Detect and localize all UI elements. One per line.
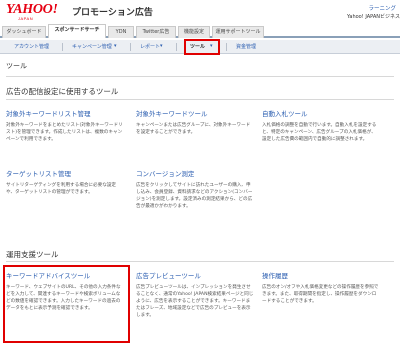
page-title: ツール <box>6 62 27 70</box>
tool-link-conversion[interactable]: コンバージョン測定 <box>136 168 194 178</box>
tools-highlight-box <box>184 39 220 55</box>
tool-link-negative-keyword-list[interactable]: 対象外キーワードリスト管理 <box>6 108 91 118</box>
divider <box>6 99 394 100</box>
tab-sponsored-search[interactable]: スポンサードサーチ <box>48 24 106 38</box>
chevron-down-icon[interactable]: ▾ <box>160 43 163 49</box>
divider <box>6 76 394 77</box>
tool-desc-conversion: 広告をクリックしてサイトに訪れたユーザーの購入、申し込み、会員登録、資料請求など… <box>136 183 253 209</box>
tab-support-tools[interactable]: 運用サポートツール <box>212 26 264 38</box>
tool-desc-operation-history: 広告のオン/オフや入札価格変更などの操作履歴を参照できます。また、取得期間を指定… <box>262 285 379 304</box>
learning-link[interactable]: ラーニング <box>368 4 396 12</box>
tool-desc-negative-keyword-list: 対象外キーワードをまとめたリスト(対象外キーワードリスト)を管理できます。作成し… <box>6 123 123 142</box>
subnav-reports[interactable]: レポート <box>140 43 160 50</box>
tool-desc-auto-bid: 入札価格の調整を自動で行います。自動入札を設定すると、特定のキャンペーン、広告グ… <box>262 123 377 142</box>
subnav-campaign-management[interactable]: キャンペーン管理 <box>72 43 112 50</box>
tool-desc-negative-keyword: キャンペーンまたは広告グループに、対象外キーワードを設定することができます。 <box>136 123 251 135</box>
subnav-divider <box>130 43 131 51</box>
tool-desc-target-list: サイトリターゲティングを利用する場合に必要な設定や、ターゲットリストの管理ができ… <box>6 183 116 195</box>
subnav-divider <box>226 43 227 51</box>
product-name: プロモーション広告 <box>72 8 153 18</box>
tab-feature-settings[interactable]: 機能設定 <box>178 26 210 38</box>
tool-link-auto-bid[interactable]: 自動入札ツール <box>262 108 308 118</box>
tool-link-target-list[interactable]: ターゲットリスト管理 <box>6 168 71 178</box>
tool-desc-ad-preview: 広告プレビューツールは、インプレッションを発生させることなく、通常のYahoo!… <box>136 285 254 318</box>
tab-dashboard[interactable]: ダッシュボード <box>2 26 46 38</box>
subnav-divider <box>62 43 63 51</box>
keyword-advice-highlight-box <box>3 265 130 343</box>
header: YAHOO! JAPAN プロモーション広告 ラーニング Yahoo! JAPA… <box>0 0 400 22</box>
subnav-account-settings[interactable]: アカウント管理 <box>14 43 49 50</box>
section-title-delivery: 広告の配信設定に使用するツール <box>6 87 119 96</box>
tool-link-operation-history[interactable]: 操作履歴 <box>262 270 288 280</box>
tool-link-negative-keyword[interactable]: 対象外キーワードツール <box>136 108 208 118</box>
subnav-divider <box>176 43 177 51</box>
subnav-budget[interactable]: 資金管理 <box>236 43 256 50</box>
tab-ydn[interactable]: YDN <box>108 26 134 38</box>
tool-link-ad-preview[interactable]: 広告プレビューツール <box>136 270 201 280</box>
yahoo-logo-sub: JAPAN <box>18 16 34 21</box>
tab-twitter[interactable]: Twitter広告 <box>136 26 176 38</box>
chevron-down-icon[interactable]: ▾ <box>114 43 117 49</box>
main-tabbar: ダッシュボード スポンサードサーチ YDN Twitter広告 機能設定 運用サ… <box>0 24 400 38</box>
divider <box>6 261 394 262</box>
account-name: Yahoo! JAPANビジネス <box>347 14 400 20</box>
section-title-support: 運用支援ツール <box>6 250 59 259</box>
